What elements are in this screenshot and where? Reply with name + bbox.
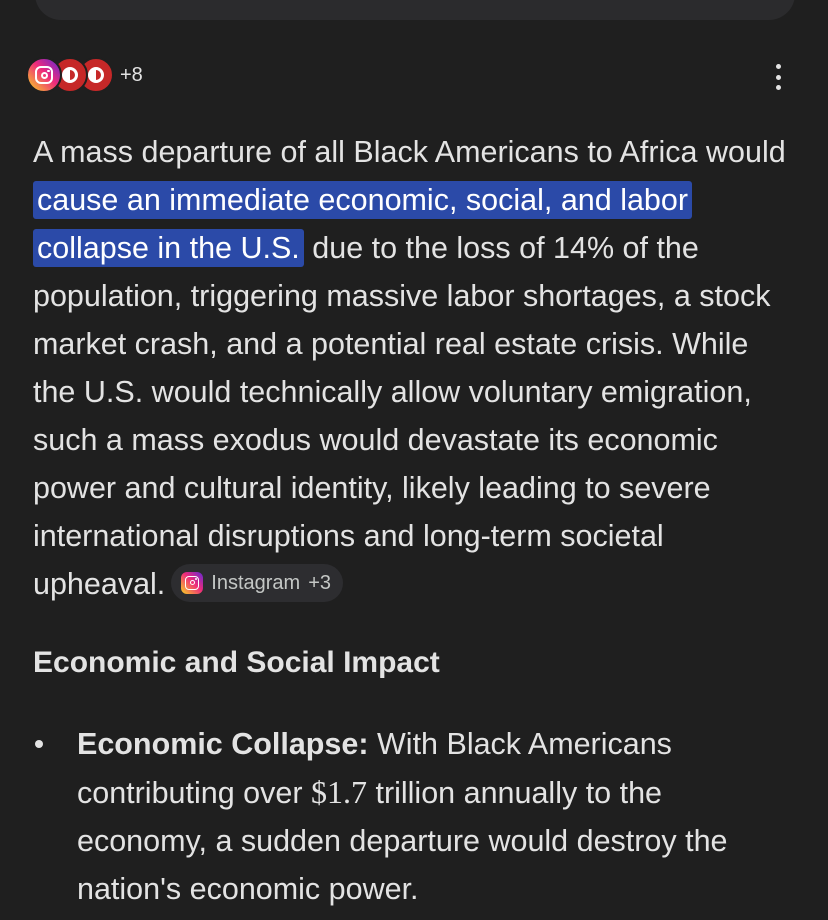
section-heading: Economic and Social Impact	[33, 646, 440, 679]
bullet-dot	[35, 740, 43, 748]
instagram-icon	[181, 571, 204, 594]
instagram-icon	[26, 57, 62, 93]
answer-paragraph: A mass departure of all Black Americans …	[33, 128, 795, 608]
bullet-term: Economic Collapse:	[77, 727, 369, 761]
previous-card	[35, 0, 795, 20]
more-vertical-icon[interactable]	[766, 60, 790, 94]
answer-lead: A mass departure of all Black Americans …	[33, 135, 786, 169]
chip-source: Instagram	[211, 571, 301, 594]
citation-chip[interactable]: Instagram +3	[171, 563, 344, 602]
ai-answer-view: +8 A mass departure of all Black America…	[0, 0, 828, 920]
bullet-list: Economic Collapse: With Black Americans …	[33, 720, 795, 913]
list-item: Economic Collapse: With Black Americans …	[33, 720, 795, 913]
chip-count: +3	[308, 571, 332, 594]
bullet-amount: $1.7	[310, 774, 367, 810]
answer-rest: due to the loss of 14% of the population…	[33, 231, 771, 601]
more-sources-count: +8	[120, 63, 143, 86]
source-favicons[interactable]: +8	[26, 54, 143, 96]
